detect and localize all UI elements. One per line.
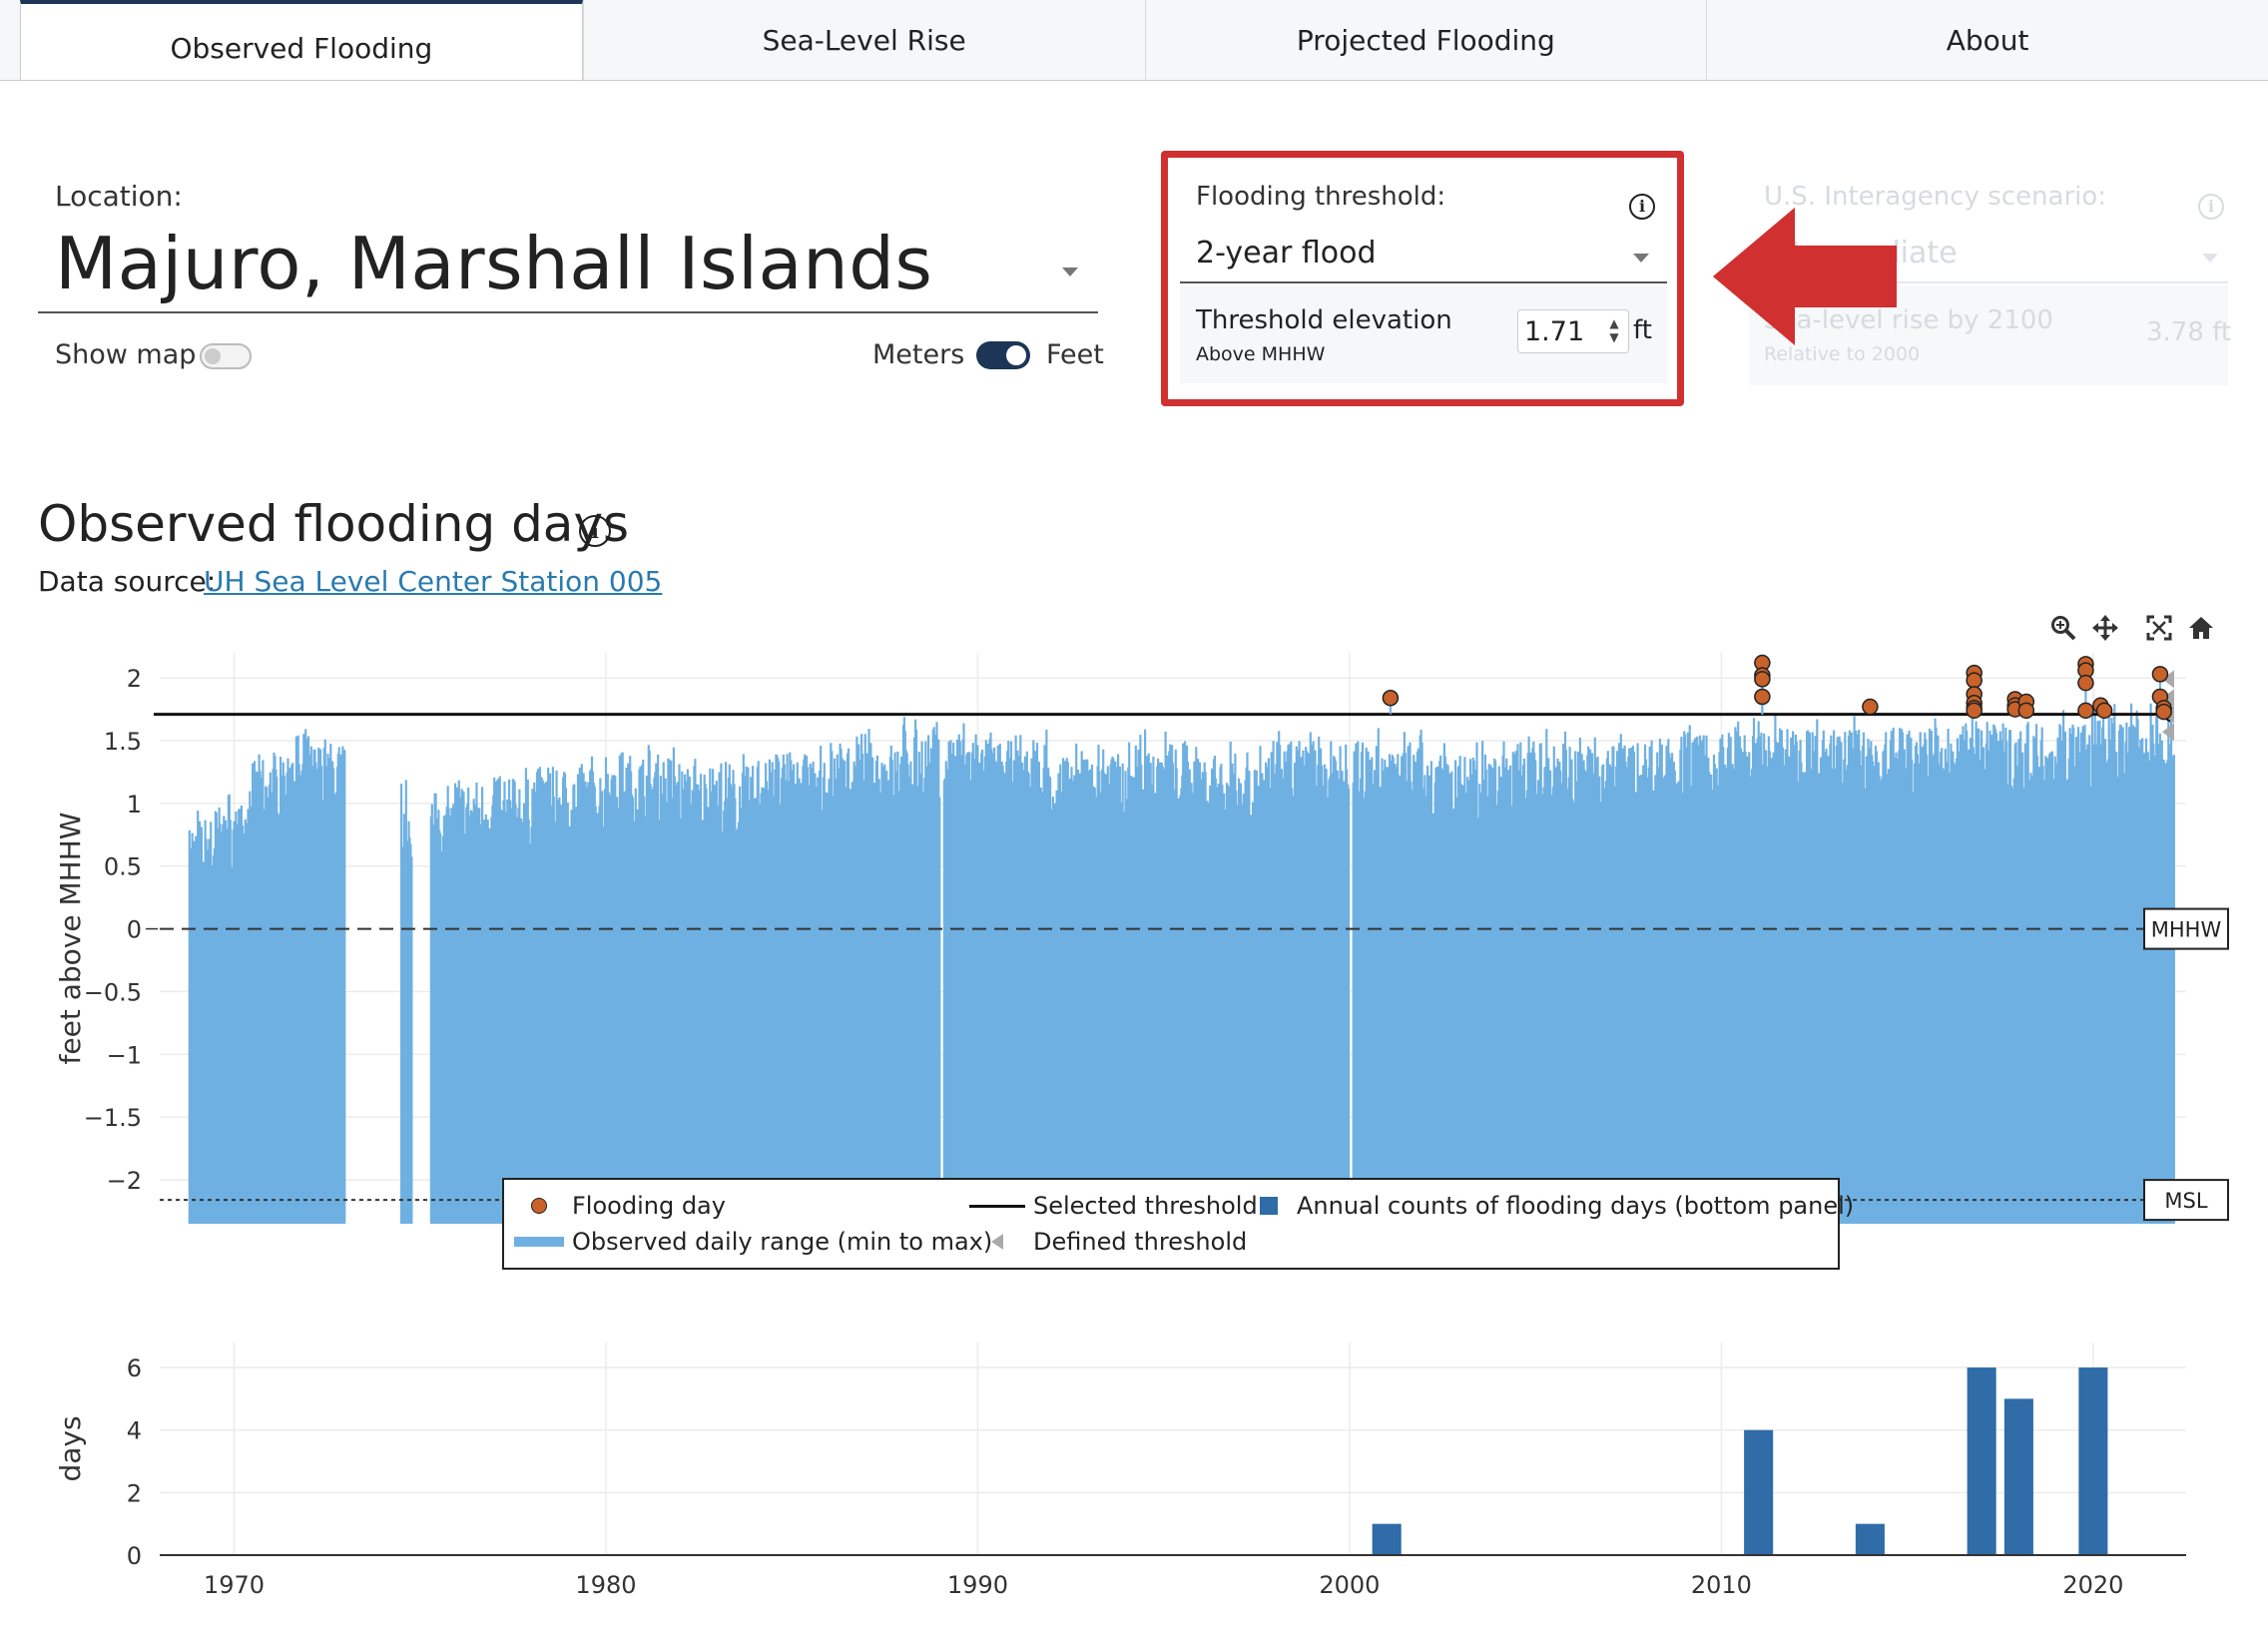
y-tick-label: 0 (127, 916, 142, 944)
annual-count-bar (2078, 1367, 2108, 1555)
chevron-down-icon (2202, 254, 2218, 263)
bottom-panel-grid (160, 1343, 2186, 1555)
units-feet-label: Feet (1046, 339, 1104, 370)
dot-icon (531, 1198, 547, 1214)
flooding-day-point (1382, 690, 1400, 707)
annual-count-bar (2003, 1398, 2033, 1555)
location-select[interactable]: Majuro, Marshall Islands (55, 222, 932, 305)
legend-label: Defined threshold (1033, 1228, 1248, 1256)
flooding-day-point (2151, 666, 2169, 683)
y-tick-label: 0 (127, 1542, 142, 1570)
flooding-day-point (2077, 674, 2094, 692)
slr-value: 3.78 ft (2146, 317, 2232, 347)
x-tick-label: 1980 (575, 1571, 636, 1599)
y-tick-label: 6 (127, 1354, 142, 1382)
y-tick-label: −2 (107, 1167, 142, 1195)
y-tick-label: −1 (107, 1041, 142, 1069)
flooding-chart[interactable]: MHHW MSL 2 1.5 1 0.5 0 −0.5 −1 −1.5 −2 feet above … (0, 599, 2268, 1625)
y-tick-label: −1.5 (84, 1104, 142, 1132)
highlight-box (1161, 151, 1684, 406)
y-tick-label: 1.5 (104, 728, 142, 756)
x-tick-label: 2000 (1319, 1571, 1380, 1599)
legend-label: Flooding day (572, 1192, 726, 1220)
section-title: Observed flooding days (38, 495, 630, 553)
top-panel-axes: 2 1.5 1 0.5 0 −0.5 −1 −1.5 −2 feet above MHHW (54, 665, 158, 1195)
flooding-day-point (1966, 672, 1983, 689)
legend-label: Observed daily range (min to max) (572, 1228, 993, 1256)
y-tick-label: 0.5 (104, 853, 142, 881)
toggle-knob (1006, 345, 1026, 365)
data-source-link[interactable]: UH Sea Level Center Station 005 (204, 565, 662, 598)
y-tick-label: 1 (127, 791, 142, 818)
annual-count-bar (1967, 1367, 1996, 1555)
annual-counts-series (1372, 1367, 2108, 1555)
annual-count-bar (1744, 1429, 1774, 1555)
flooding-day-point (1966, 702, 1983, 720)
tab-label: Observed Flooding (170, 31, 433, 65)
location-label: Location: (55, 180, 183, 213)
line-swatch-icon (969, 1204, 1025, 1208)
annual-count-bar (1372, 1523, 1402, 1555)
flooding-day-point (1754, 671, 1771, 688)
tab-label: Sea-Level Rise (762, 23, 966, 57)
tab-projected-flooding[interactable]: Projected Flooding (1144, 0, 1707, 80)
legend-observed-range[interactable]: Observed daily range (min to max) (514, 1228, 992, 1256)
units-meters-label: Meters (872, 339, 965, 370)
reference-label: MHHW (2151, 918, 2222, 942)
chevron-down-icon[interactable] (1062, 268, 1078, 276)
toggle-knob (205, 348, 221, 364)
flooding-day-point (1862, 698, 1879, 716)
tab-observed-flooding[interactable]: Observed Flooding (20, 0, 583, 80)
legend-label: Selected threshold (1033, 1192, 1258, 1220)
x-tick-label: 1990 (947, 1571, 1008, 1599)
x-tick-label: 1970 (204, 1571, 265, 1599)
legend-selected-threshold[interactable]: Selected threshold (969, 1192, 1258, 1220)
info-icon[interactable]: i (579, 515, 611, 547)
tab-sea-level-rise[interactable]: Sea-Level Rise (582, 0, 1145, 80)
legend-defined-threshold[interactable]: Defined threshold (969, 1228, 1247, 1256)
observed-range-bars (188, 703, 2175, 1224)
tab-about[interactable]: About (1706, 0, 2268, 80)
y-tick-label: 2 (127, 665, 142, 693)
triangle-left-icon (991, 1234, 1003, 1250)
flooding-day-point (1754, 688, 1771, 706)
location-underline (38, 311, 1098, 313)
legend-flooding-day[interactable]: Flooding day (514, 1192, 726, 1220)
show-map-label: Show map (55, 339, 197, 370)
slr-sublabel: Relative to 2000 (1764, 343, 1921, 365)
x-tick-label: 2020 (2062, 1571, 2123, 1599)
flooding-day-point (2017, 702, 2035, 720)
annual-count-bar (1855, 1523, 1885, 1555)
legend-label: Annual counts of flooding days (bottom p… (1297, 1192, 1855, 1220)
reference-label: MSL (2164, 1189, 2207, 1213)
square-swatch-icon (1260, 1197, 1278, 1215)
flooding-day-series (1382, 654, 2172, 721)
tab-label: Projected Flooding (1296, 23, 1555, 57)
y-tick-label: 4 (127, 1417, 142, 1445)
info-icon: i (2198, 194, 2224, 220)
y-axis-title: days (54, 1415, 87, 1481)
flooding-day-point (2077, 702, 2094, 720)
bottom-panel-axes: 0 2 4 6 days 1970 1980 1990 2000 2010 2020 (54, 1354, 2186, 1599)
data-source-label: Data source: (38, 565, 217, 598)
y-tick-label: −0.5 (84, 978, 142, 1006)
tab-bar: Observed Flooding Sea-Level Rise Project… (0, 0, 2268, 81)
legend-annual-counts[interactable]: Annual counts of flooding days (bottom p… (1249, 1192, 1854, 1220)
chart-legend: Flooding day Observed daily range (min t… (502, 1178, 1854, 1270)
bar-swatch-icon (514, 1237, 564, 1247)
observed-range-series (188, 703, 2175, 1224)
show-map-toggle[interactable] (200, 343, 252, 369)
flooding-day-point (2155, 703, 2172, 721)
y-tick-label: 2 (127, 1479, 142, 1507)
tab-label: About (1946, 23, 2029, 57)
units-toggle[interactable] (976, 341, 1030, 369)
arrow-overlay (1713, 208, 1897, 345)
flooding-day-point (2095, 702, 2113, 720)
y-axis-title: feet above MHHW (54, 812, 87, 1065)
x-tick-label: 2010 (1691, 1571, 1752, 1599)
